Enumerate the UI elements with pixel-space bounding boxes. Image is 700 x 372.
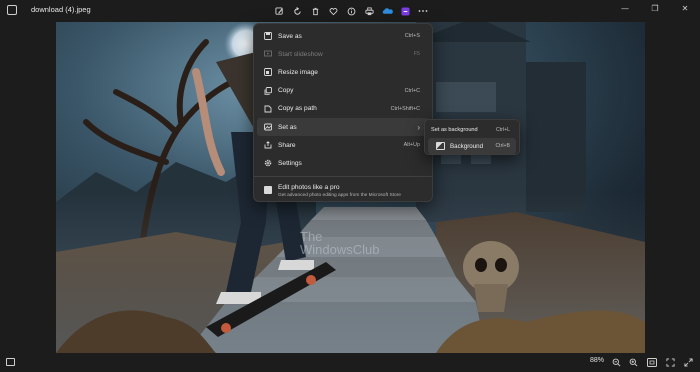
print-icon[interactable] [360,4,378,18]
edit-icon[interactable] [270,4,288,18]
background-icon [436,142,445,150]
title-bar: download (4).jpeg — ❐ ✕ [0,0,700,22]
fit-to-window-icon[interactable] [646,356,658,368]
menu-label: Share [278,141,296,149]
photos-app-icon [7,5,17,15]
favorite-icon[interactable] [324,4,342,18]
menu-shortcut: Ctrl+Shift+C [390,105,420,112]
status-bar: 88% [0,353,700,372]
maximize-button[interactable]: ❐ [640,0,670,16]
onedrive-icon[interactable] [378,4,396,18]
filmstrip-icon[interactable] [6,358,15,366]
file-title: download (4).jpeg [31,5,91,14]
menu-item-share[interactable]: Share Alt+Up [254,136,432,154]
clipchamp-icon[interactable] [396,4,414,18]
copy-icon [264,86,272,95]
menu-item-copy-as-path[interactable]: Copy as path Ctrl+Shift+C [254,100,432,118]
menu-item-store-promo[interactable]: Edit photos like a pro Get advanced phot… [254,180,432,198]
save-icon [264,32,272,40]
menu-item-resize-image[interactable]: Resize image [254,63,432,81]
more-icon[interactable] [414,4,432,18]
fullscreen-icon[interactable] [664,356,676,368]
menu-label: Start slideshow [278,50,323,58]
window-controls: — ❐ ✕ [610,0,700,22]
close-button[interactable]: ✕ [670,0,700,16]
submenu-shortcut: Ctrl+B [495,143,510,149]
promo-title: Edit photos like a pro [278,183,340,191]
store-icon [264,185,272,194]
rotate-icon[interactable] [288,4,306,18]
menu-shortcut: F5 [413,51,420,58]
share-icon [264,141,272,149]
zoom-out-icon[interactable] [610,356,622,368]
submenu-shortcut: Ctrl+L [496,127,510,133]
minimize-button[interactable]: — [610,0,640,16]
resize-icon [264,68,272,77]
delete-icon[interactable] [306,4,324,18]
zoom-in-icon[interactable] [627,356,639,368]
menu-item-set-as[interactable]: Set as › [257,117,429,137]
menu-label: Save as [278,32,302,40]
menu-label: Resize image [278,68,318,76]
submenu-label: Background [450,142,484,150]
menu-item-copy[interactable]: Copy Ctrl+C [254,82,432,100]
menu-label: Settings [278,159,302,167]
menu-item-settings[interactable]: Settings [254,154,432,172]
toolbar [270,4,432,18]
watermark-line2: WindowsClub [300,242,380,257]
menu-shortcut: Alt+Up [403,142,420,149]
slideshow-icon [264,50,272,58]
menu-item-start-slideshow[interactable]: Start slideshow F5 [254,45,432,63]
chevron-right-icon: › [417,122,420,132]
menu-item-save-as[interactable]: Save as Ctrl+S [254,27,432,45]
set-as-submenu: Set as background Ctrl+L Background Ctrl… [424,119,520,155]
menu-divider [254,175,432,177]
promo-subtitle: Get advanced photo editing apps from the… [278,192,401,198]
menu-label: Copy as path [278,105,317,113]
menu-label: Copy [278,87,294,95]
menu-shortcut: Ctrl+S [404,33,420,40]
submenu-label: Set as background [431,127,478,133]
zoom-level[interactable]: 88% [590,357,604,364]
set-as-icon [264,123,272,131]
watermark: The WindowsClub [300,230,379,256]
more-options-menu: Save as Ctrl+S Start slideshow F5 Resize… [253,23,433,202]
info-icon[interactable] [342,4,360,18]
menu-label: Set as [278,123,297,131]
submenu-item-background[interactable]: Background Ctrl+B [428,138,516,154]
expand-icon[interactable] [682,356,694,368]
menu-shortcut: Ctrl+C [404,87,420,94]
copy-path-icon [264,105,272,113]
submenu-item-set-as-background[interactable]: Set as background Ctrl+L [428,122,516,138]
gear-icon [264,159,272,167]
